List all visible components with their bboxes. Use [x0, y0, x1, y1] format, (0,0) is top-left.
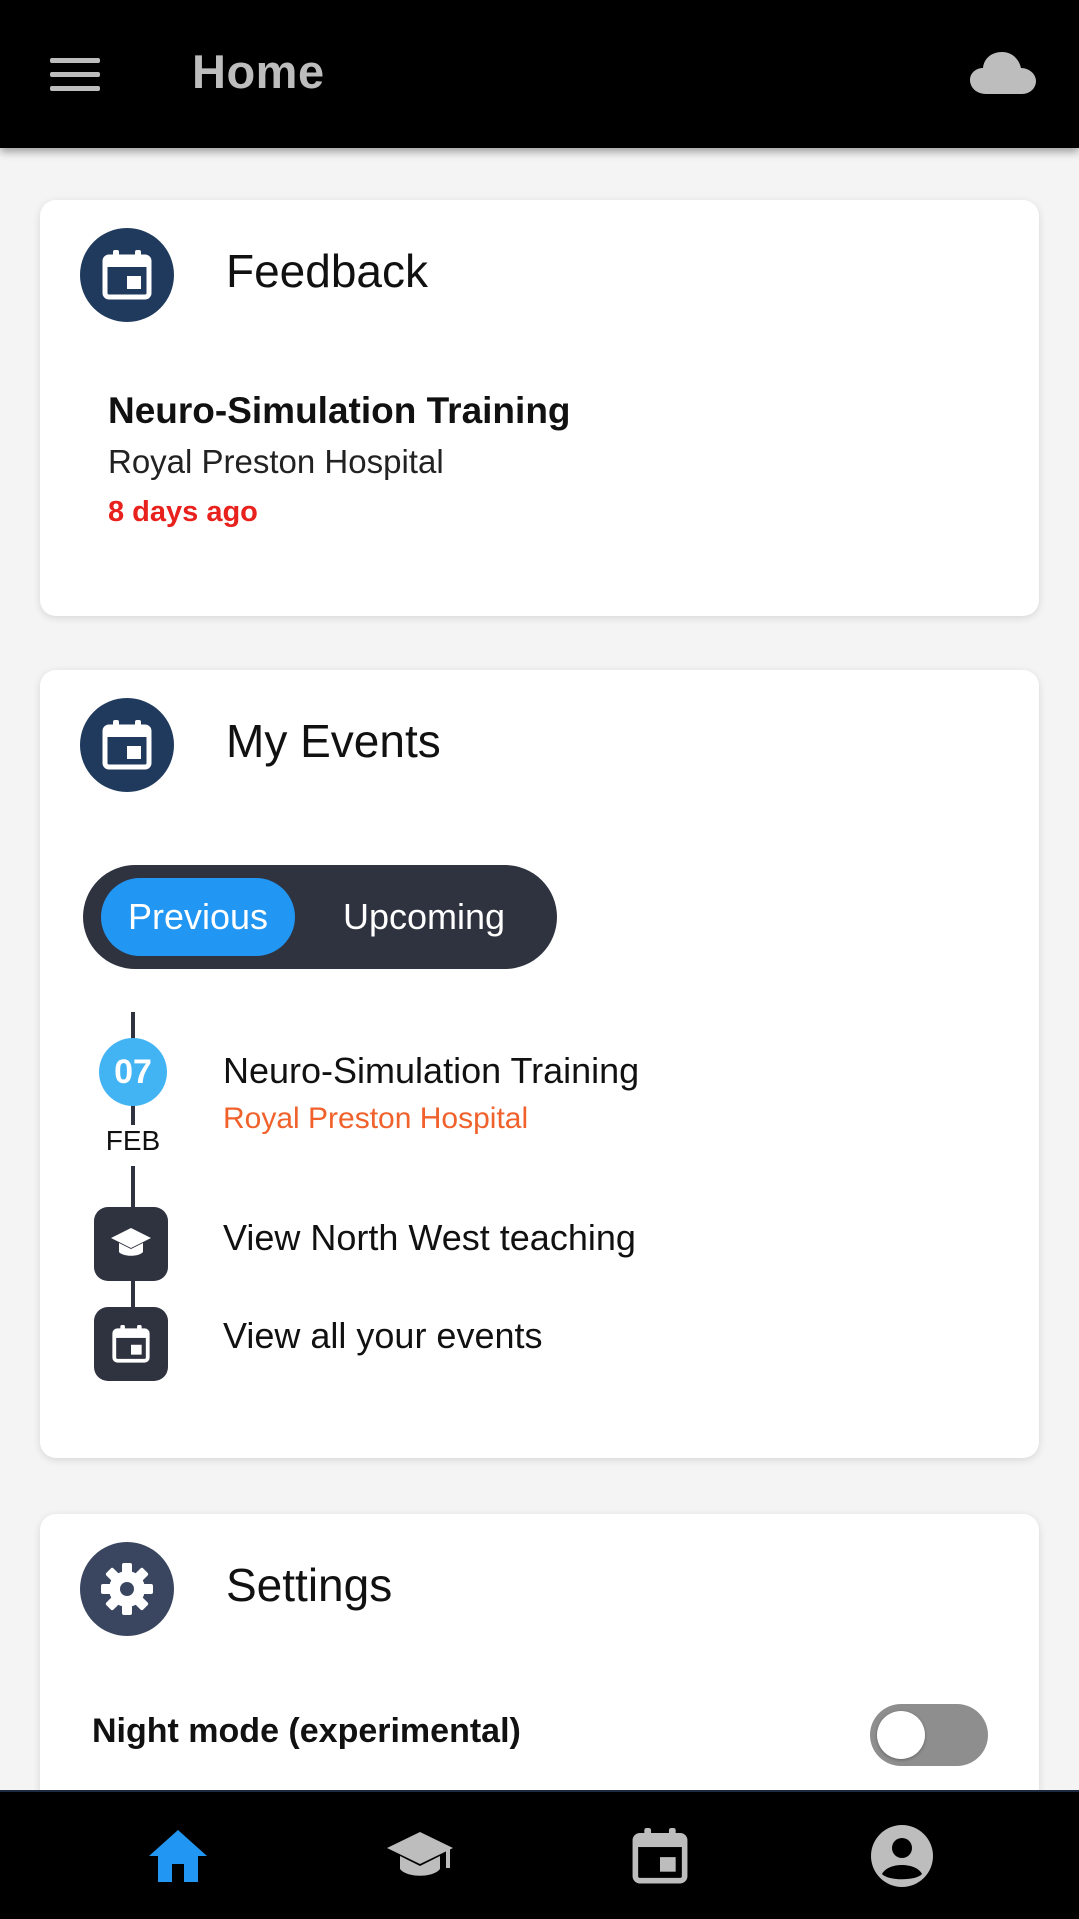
account-icon[interactable]: [862, 1816, 942, 1896]
my-events-title: My Events: [226, 715, 441, 767]
event-location: Royal Preston Hospital: [223, 1102, 529, 1135]
settings-title: Settings: [226, 1559, 393, 1611]
hamburger-menu-icon[interactable]: [40, 52, 110, 98]
toggle-knob: [877, 1711, 925, 1759]
feedback-item-location: Royal Preston Hospital: [108, 443, 444, 480]
night-mode-label: Night mode (experimental): [92, 1712, 521, 1750]
calendar-icon: [80, 698, 174, 792]
top-app-bar: Home: [0, 0, 1079, 148]
graduation-cap-icon[interactable]: [380, 1816, 460, 1896]
calendar-icon[interactable]: [94, 1307, 168, 1381]
bottom-navigation: [0, 1790, 1079, 1919]
feedback-item-title[interactable]: Neuro-Simulation Training: [108, 390, 571, 432]
cloud-icon[interactable]: [970, 50, 1036, 98]
feedback-card: Feedback Neuro-Simulation Training Royal…: [40, 200, 1039, 616]
feedback-item-time: 8 days ago: [108, 496, 258, 528]
event-date-day: 07: [99, 1038, 167, 1106]
feedback-title: Feedback: [226, 245, 429, 297]
tab-previous[interactable]: Previous: [101, 878, 295, 956]
gear-icon: [80, 1542, 174, 1636]
timeline-line: [131, 1104, 135, 1126]
event-title[interactable]: Neuro-Simulation Training: [223, 1050, 639, 1092]
graduation-cap-icon[interactable]: [94, 1207, 168, 1281]
calendar-icon[interactable]: [620, 1816, 700, 1896]
page-title: Home: [192, 45, 325, 98]
home-icon[interactable]: [138, 1816, 218, 1896]
events-tab-toggle: Previous Upcoming: [83, 865, 557, 969]
timeline-line: [131, 1012, 135, 1040]
tab-upcoming[interactable]: Upcoming: [321, 878, 527, 956]
my-events-card: My Events Previous Upcoming 07 FEB Neuro…: [40, 670, 1039, 1458]
app-root: Home Feedback Neuro-Simulation Training …: [0, 0, 1079, 1919]
view-all-events-link[interactable]: View all your events: [223, 1315, 543, 1357]
night-mode-toggle[interactable]: [870, 1704, 988, 1766]
calendar-icon: [80, 228, 174, 322]
event-date-month: FEB: [92, 1125, 174, 1157]
view-north-west-teaching-link[interactable]: View North West teaching: [223, 1217, 636, 1259]
